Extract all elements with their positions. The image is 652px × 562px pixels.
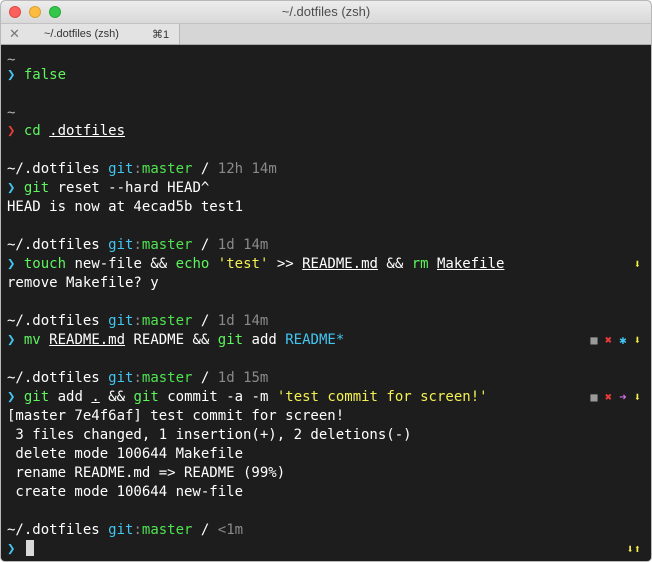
git-status-indicators: ⬇ <box>634 255 641 274</box>
terminal-window: ~/.dotfiles (zsh) ✕ ~/.dotfiles (zsh) ⌘1… <box>0 0 652 562</box>
cross-icon: ✖ <box>604 390 613 404</box>
command-output: rename README.md => README (99%) <box>7 465 286 481</box>
prompt-path: ~/.dotfiles git:master / <1m <box>7 522 244 538</box>
command-line: ❯ git add . && git commit -a -m 'test co… <box>7 389 488 405</box>
star-icon: ✱ <box>619 333 627 347</box>
tab-dotfiles[interactable]: ✕ ~/.dotfiles (zsh) ⌘1 <box>1 24 180 44</box>
text-cursor <box>25 540 34 556</box>
square-icon: ■ <box>590 390 598 404</box>
command-line: ❯ false <box>7 67 67 83</box>
command-line[interactable]: ❯ <box>7 540 34 559</box>
prompt-path: ~ <box>7 105 16 121</box>
close-tab-icon[interactable]: ✕ <box>9 26 20 41</box>
cross-icon: ✖ <box>604 333 613 347</box>
command-line: ❯ cd .dotfiles <box>7 123 126 139</box>
tab-title: ~/.dotfiles (zsh) <box>44 28 119 40</box>
git-status-indicators: ⬇⬆ <box>627 540 641 559</box>
square-icon: ■ <box>590 333 598 347</box>
title-bar: ~/.dotfiles (zsh) <box>1 1 651 24</box>
prompt-char-error: ❯ <box>7 123 16 139</box>
command-line: ❯ mv README.md README && git add README* <box>7 332 345 348</box>
command-output: remove Makefile? y <box>7 275 159 291</box>
arrow-up-icon: ⬆ <box>633 542 641 556</box>
command-line: ❯ git reset --hard HEAD^ <box>7 180 210 196</box>
git-status-indicators: ■ ✖ ✱ ⬇ <box>590 331 641 350</box>
prompt-path: ~/.dotfiles git:master / 1d 14m <box>7 237 269 253</box>
prompt-path: ~/.dotfiles git:master / 12h 14m <box>7 161 277 177</box>
arrow-right-icon: ➜ <box>619 390 627 404</box>
window-title: ~/.dotfiles (zsh) <box>281 4 371 19</box>
arrow-down-icon: ⬇ <box>633 257 641 271</box>
tab-bar: ✕ ~/.dotfiles (zsh) ⌘1 <box>1 24 651 45</box>
git-status-indicators: ■ ✖ ➜ ⬇ <box>590 388 641 407</box>
arrow-down-icon: ⬇ <box>626 542 634 556</box>
command-output: HEAD is now at 4ecad5b test1 <box>7 199 244 215</box>
command-output: create mode 100644 new-file <box>7 484 244 500</box>
command-line: ❯ touch new-file && echo 'test' >> READM… <box>7 256 505 272</box>
arrow-down-icon: ⬇ <box>633 390 641 404</box>
command-output: delete mode 100644 Makefile <box>7 446 244 462</box>
terminal-output[interactable]: ~ ❯ false ~ ❯ cd .dotfiles ~/.dotfiles g… <box>1 45 651 561</box>
tab-shortcut: ⌘1 <box>152 29 170 41</box>
command-output: [master 7e4f6af] test commit for screen! <box>7 408 345 424</box>
arrow-down-icon: ⬇ <box>633 333 641 347</box>
prompt-char: ❯ <box>7 67 16 83</box>
prompt-path: ~/.dotfiles git:master / 1d 15m <box>7 370 269 386</box>
prompt-path: ~/.dotfiles git:master / 1d 14m <box>7 313 269 329</box>
command-output: 3 files changed, 1 insertion(+), 2 delet… <box>7 427 412 443</box>
